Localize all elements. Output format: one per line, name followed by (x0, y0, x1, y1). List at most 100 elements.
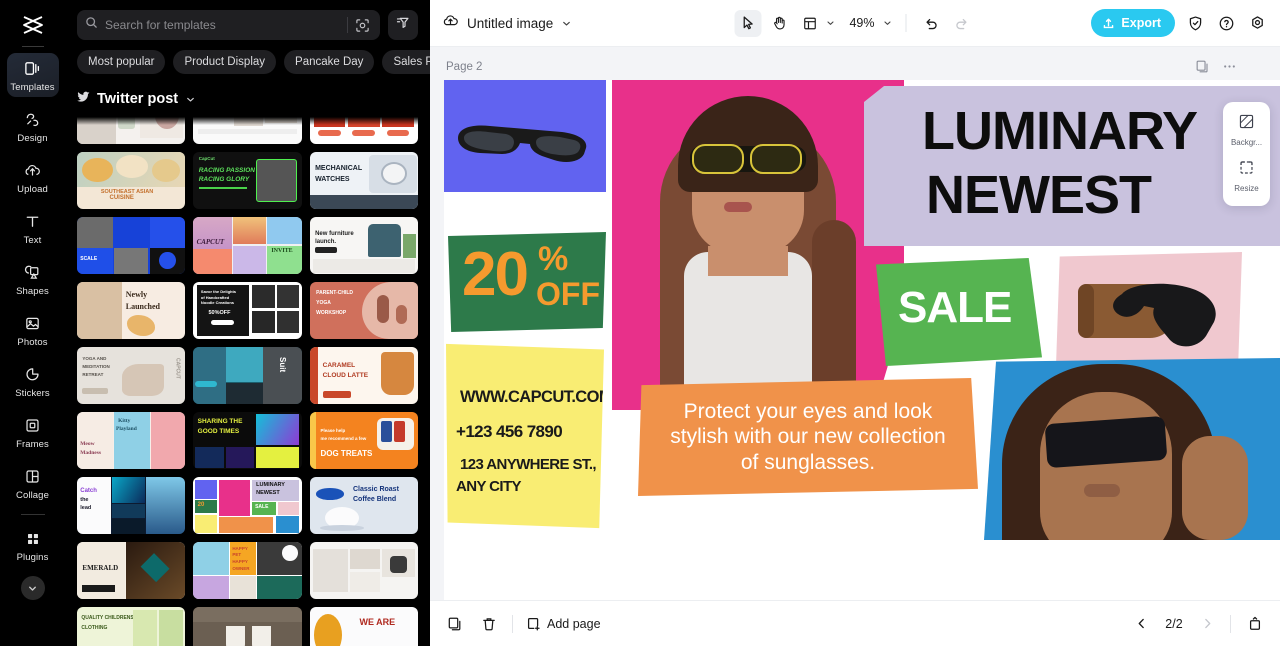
template-card[interactable]: QUALITY CHILDRENS CLOTHING (77, 607, 186, 646)
add-page-button[interactable]: Add page (525, 616, 601, 632)
document-title: Untitled image (467, 15, 554, 31)
model-photo-pink[interactable] (612, 80, 904, 410)
select-tool[interactable] (734, 9, 762, 37)
template-card[interactable] (309, 542, 418, 599)
bottom-divider (512, 614, 513, 633)
chevron-down-icon (825, 18, 835, 28)
next-page-button[interactable] (1197, 614, 1217, 634)
chip-pancake-day[interactable]: Pancake Day (284, 50, 375, 74)
template-card[interactable]: YOGA AND MEDITATION RETREAT CAPCUT (77, 347, 186, 404)
chip-product-display[interactable]: Product Display (173, 50, 277, 74)
chip-sales-promotion[interactable]: Sales Promotion (382, 50, 430, 74)
plugins-icon (25, 529, 41, 549)
search-input[interactable] (105, 18, 340, 32)
templates-scroll-area[interactable]: SOUTHEAST ASIAN CUISINE CapCut RACING PA… (65, 117, 430, 646)
undo-button[interactable] (918, 10, 945, 37)
template-card[interactable]: Please help me recommend a few DOG TREAT… (309, 412, 418, 469)
template-card[interactable]: New furniture launch. (309, 217, 418, 274)
template-card[interactable] (77, 117, 186, 144)
sidebar-item-shapes[interactable]: Shapes (7, 257, 59, 301)
template-card[interactable]: MECHANICAL WATCHES (309, 152, 418, 209)
template-card[interactable]: SOUTHEAST ASIAN CUISINE (77, 152, 186, 209)
sidebar-item-collage[interactable]: Collage (7, 461, 59, 505)
sidebar-item-frames[interactable]: Frames (7, 410, 59, 454)
template-card[interactable]: Suit (193, 347, 302, 404)
template-card[interactable]: CapCut RACING PASSION RACING GLORY (193, 152, 302, 209)
sunglasses-case-image[interactable] (1056, 252, 1242, 366)
template-card[interactable]: Savor the Delights of Handcrafted Noodle… (193, 282, 302, 339)
template-card[interactable]: SHARING THE GOOD TIMES (193, 412, 302, 469)
resize-button[interactable]: Resize (1225, 155, 1268, 197)
category-header[interactable]: Twitter post (65, 74, 430, 117)
duplicate-page-icon[interactable] (1194, 58, 1211, 75)
template-card[interactable] (193, 117, 302, 144)
template-card[interactable]: LUMINARY NEWEST 20 SALE (193, 477, 302, 534)
background-button[interactable]: Backgr... (1225, 109, 1268, 151)
canvas-zone[interactable]: Page 2 20 % OFF WWW.CAPCUT.COM +123 456 … (430, 47, 1280, 600)
shield-check-icon[interactable] (1184, 12, 1206, 34)
template-card[interactable]: Catch the lead (77, 477, 186, 534)
settings-gear-icon[interactable] (1246, 12, 1268, 34)
brand-heading-block[interactable]: LUMINARY NEWEST (864, 86, 1280, 246)
template-card[interactable]: SCALE (77, 217, 186, 274)
sidebar-item-stickers[interactable]: Stickers (7, 359, 59, 403)
template-card[interactable] (309, 117, 418, 144)
tool-controls: 49% (734, 9, 976, 37)
zoom-control[interactable]: 49% (841, 16, 894, 30)
template-card[interactable]: CARAMEL CLOUD LATTE (309, 347, 418, 404)
prev-page-button[interactable] (1131, 614, 1151, 634)
help-circle-icon[interactable] (1215, 12, 1237, 34)
capcut-logo-icon[interactable] (18, 12, 48, 38)
search-input-wrapper[interactable] (77, 10, 380, 40)
tagline-block[interactable]: Protect your eyes and look stylish with … (638, 378, 978, 496)
black-sunglasses-image[interactable] (450, 102, 600, 176)
add-page-label: Add page (547, 616, 601, 631)
sidebar-item-templates[interactable]: Templates (6, 53, 59, 97)
sidebar-item-photos[interactable]: Photos (7, 308, 59, 352)
chevron-down-icon[interactable] (561, 18, 572, 29)
document-title-button[interactable]: Untitled image (442, 13, 572, 33)
discount-badge[interactable]: 20 % OFF (448, 232, 606, 332)
template-card[interactable]: Newly Launched (77, 282, 186, 339)
template-card[interactable]: EMERALD (77, 542, 186, 599)
export-button[interactable]: Export (1091, 9, 1175, 37)
page-navigation: 2/2 (1131, 613, 1266, 635)
template-card[interactable]: PARENT-CHILD YOGA WORKSHOP (309, 282, 418, 339)
canvas-right-panel: Backgr... Resize (1223, 102, 1270, 206)
sale-badge[interactable]: SALE (876, 258, 1042, 366)
redo-button[interactable] (949, 10, 976, 37)
template-card[interactable]: HAPPY PET HAPPY OWNER (193, 542, 302, 599)
sidebar-item-text[interactable]: Text (7, 206, 59, 250)
bottom-toolbar: Add page 2/2 (430, 600, 1280, 646)
image-search-icon[interactable] (355, 18, 372, 33)
chip-most-popular[interactable]: Most popular (77, 50, 166, 74)
chevron-down-icon[interactable] (20, 576, 45, 600)
sidebar-item-design[interactable]: Design (7, 104, 59, 148)
resize-label: Resize (1234, 184, 1259, 193)
template-card[interactable]: Meow Madness Kitty Playland (77, 412, 186, 469)
templates-icon (24, 59, 41, 79)
collapse-panel-icon[interactable] (1244, 613, 1266, 635)
canvas-viewport[interactable]: 20 % OFF WWW.CAPCUT.COM +123 456 7890 12… (444, 80, 1280, 600)
layout-tool-group[interactable] (796, 10, 837, 37)
contact-info-block[interactable]: WWW.CAPCUT.COM +123 456 7890 123 ANYWHER… (446, 343, 604, 529)
sidebar-item-plugins[interactable]: Plugins (7, 523, 59, 567)
chevron-down-icon[interactable] (185, 94, 196, 105)
design-icon (24, 110, 41, 130)
search-icon (85, 16, 98, 34)
background-label: Backgr... (1230, 138, 1263, 147)
filter-button[interactable] (388, 10, 418, 40)
trash-icon[interactable] (478, 613, 500, 635)
template-card[interactable]: Classic Roast Coffee Blend (309, 477, 418, 534)
sidebar-item-upload[interactable]: Upload (7, 155, 59, 199)
design-canvas[interactable]: 20 % OFF WWW.CAPCUT.COM +123 456 7890 12… (444, 80, 1280, 600)
template-card[interactable]: WE ARE (309, 607, 418, 646)
more-options-icon[interactable] (1221, 58, 1238, 75)
template-card[interactable]: CAPCUT INVITE (193, 217, 302, 274)
model-photo-blue[interactable] (984, 358, 1280, 540)
hand-tool[interactable] (765, 10, 792, 37)
duplicate-icon[interactable] (444, 613, 466, 635)
layout-icon[interactable] (796, 10, 823, 37)
template-card[interactable] (193, 607, 302, 646)
templates-grid: SOUTHEAST ASIAN CUISINE CapCut RACING PA… (65, 117, 430, 646)
